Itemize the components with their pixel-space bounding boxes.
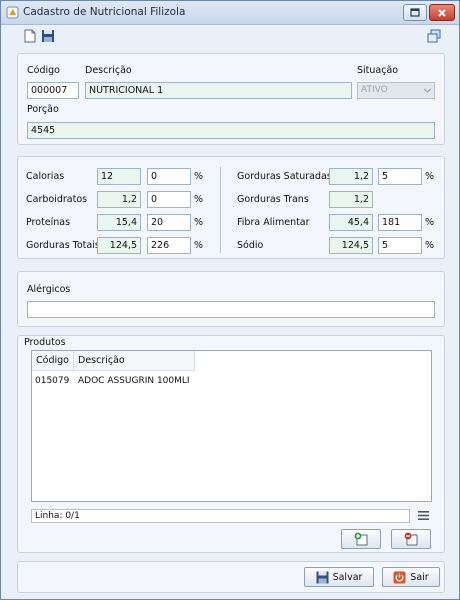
proteinas-value-field[interactable]: 15,4	[97, 214, 141, 231]
produtos-label: Produtos	[24, 337, 66, 348]
restore-button[interactable]	[403, 4, 427, 21]
alergicos-field[interactable]	[27, 301, 435, 318]
alergicos-panel: Alérgicos	[17, 271, 445, 327]
carboidratos-value-field[interactable]: 1,2	[97, 191, 141, 208]
calorias-value-field[interactable]: 12	[97, 168, 141, 185]
gorduras-saturadas-value-field[interactable]: 1,2	[329, 168, 373, 185]
percent-sign: %	[194, 217, 204, 228]
chevron-down-icon	[424, 88, 431, 93]
produtos-table[interactable]: Código Descrição 015079 ADOC ASSUGRIN 10…	[31, 350, 432, 502]
percent-sign: %	[425, 217, 435, 228]
proteinas-percent-field[interactable]: 20	[147, 214, 191, 231]
gorduras-totais-value-field[interactable]: 124,5	[97, 237, 141, 254]
column-header-codigo[interactable]: Código	[36, 355, 69, 366]
fibra-alimentar-value-field[interactable]: 45,4	[329, 214, 373, 231]
new-document-icon[interactable]	[23, 29, 37, 43]
calorias-percent-field[interactable]: 0	[147, 168, 191, 185]
window-title: Cadastro de Nutricional Filizola	[23, 6, 186, 18]
add-row-icon	[354, 532, 368, 546]
exit-button[interactable]: Sair	[382, 567, 440, 587]
descricao-label: Descrição	[85, 65, 132, 76]
carboidratos-label: Carboidratos	[26, 194, 88, 205]
restore-icon	[410, 8, 420, 17]
close-icon	[438, 8, 446, 17]
gorduras-trans-label: Gorduras Trans	[237, 194, 309, 205]
gorduras-saturadas-percent-field[interactable]: 5	[378, 168, 422, 185]
alergicos-label: Alérgicos	[27, 284, 71, 295]
column-divider	[220, 167, 221, 253]
percent-sign: %	[194, 171, 204, 182]
percent-sign: %	[425, 240, 435, 251]
close-button[interactable]	[429, 4, 455, 21]
save-label: Salvar	[332, 571, 363, 583]
sodio-label: Sódio	[237, 240, 264, 251]
codigo-label: Código	[27, 65, 60, 76]
gorduras-totais-label: Gorduras Totais	[26, 240, 100, 251]
porcao-label: Porção	[27, 104, 59, 115]
sodio-value-field[interactable]: 124,5	[329, 237, 373, 254]
situacao-select[interactable]: ATIVO	[357, 82, 435, 99]
descricao-field[interactable]: NUTRICIONAL 1	[85, 82, 352, 99]
add-product-button[interactable]	[341, 529, 381, 549]
row-codigo: 015079	[35, 376, 70, 386]
calorias-label: Calorias	[26, 171, 65, 182]
percent-sign: %	[425, 171, 435, 182]
fibra-alimentar-percent-field[interactable]: 181	[378, 214, 422, 231]
power-icon	[393, 571, 406, 583]
save-disk-icon[interactable]	[41, 29, 55, 43]
carboidratos-percent-field[interactable]: 0	[147, 191, 191, 208]
identity-panel: Código Descrição Situação 000007 NUTRICI…	[17, 53, 445, 145]
footer-panel: Salvar Sair	[17, 561, 445, 593]
percent-sign: %	[194, 194, 204, 205]
proteinas-label: Proteínas	[26, 217, 71, 228]
column-header-descricao[interactable]: Descrição	[78, 355, 125, 366]
menu-lines-icon[interactable]	[418, 510, 429, 521]
exit-label: Sair	[410, 571, 429, 583]
fibra-alimentar-label: Fibra Alimentar	[237, 217, 310, 228]
sodio-percent-field[interactable]: 5	[378, 237, 422, 254]
produtos-panel: Produtos Código Descrição 015079 ADOC AS…	[17, 335, 445, 553]
codigo-field[interactable]: 000007	[27, 82, 79, 99]
app-icon	[6, 6, 19, 19]
save-button[interactable]: Salvar	[304, 567, 374, 587]
situacao-value: ATIVO	[361, 85, 388, 95]
gorduras-totais-percent-field[interactable]: 226	[147, 237, 191, 254]
gorduras-trans-value-field[interactable]: 1,2	[329, 191, 373, 208]
windows-cascade-icon[interactable]	[427, 29, 441, 43]
table-header: Código Descrição	[32, 351, 195, 371]
main-window: Cadastro de Nutricional Filizola Código …	[0, 0, 460, 600]
percent-sign: %	[194, 240, 204, 251]
situacao-label: Situação	[357, 65, 399, 76]
title-bar: Cadastro de Nutricional Filizola	[1, 1, 459, 25]
remove-row-icon	[404, 532, 418, 546]
remove-product-button[interactable]	[391, 529, 431, 549]
nutrients-panel: Calorias 12 0 % Carboidratos 1,2 0 % Pro…	[17, 156, 445, 259]
row-descricao: ADOC ASSUGRIN 100MLI	[78, 376, 190, 386]
gorduras-saturadas-label: Gorduras Saturadas	[237, 171, 332, 182]
porcao-field[interactable]: 4545	[27, 122, 435, 139]
table-status-bar: Linha: 0/1	[31, 509, 410, 523]
save-disk-icon	[316, 571, 329, 583]
